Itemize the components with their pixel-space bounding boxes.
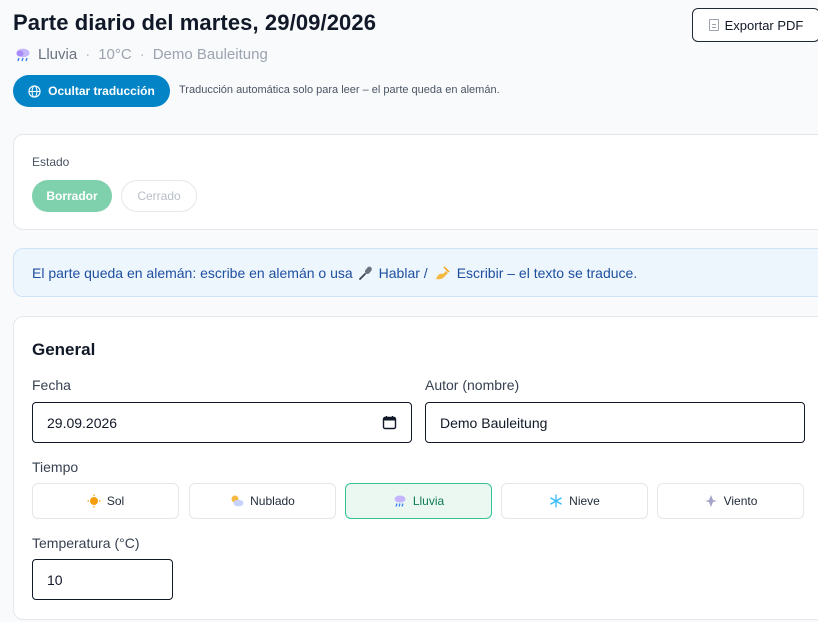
translation-note: Traducción automática solo para leer – e…	[179, 84, 500, 96]
globe-icon	[28, 84, 41, 98]
status-card: Estado Borrador Cerrado	[13, 134, 818, 230]
author-label: Autor (nombre)	[425, 377, 520, 393]
page-title: Parte diario del martes, 29/09/2026	[13, 10, 377, 35]
general-card: General Fecha 29.09.2026 Autor (nombre) …	[13, 316, 818, 620]
author-value: Demo Bauleitung	[440, 414, 548, 431]
snowflake-icon	[550, 494, 563, 508]
status-label: Estado	[32, 155, 70, 169]
weather-option-viento[interactable]: Viento	[657, 483, 804, 519]
writing-hand-icon	[435, 265, 450, 279]
weather-option-nublado[interactable]: Nublado	[189, 483, 336, 519]
weather-option-label: Lluvia	[412, 494, 445, 508]
meta-separator: ·	[85, 46, 91, 63]
banner-write: Escribir – el texto se traduce.	[456, 264, 638, 281]
date-value: 29.09.2026	[47, 414, 118, 431]
temperature-value: 10	[47, 571, 63, 588]
author-input[interactable]: Demo Bauleitung	[425, 402, 805, 443]
hide-translation-label: Ocultar traducción	[48, 84, 155, 98]
meta-separator: ·	[139, 46, 145, 63]
temperature-label: Temperatura (°C)	[32, 535, 140, 551]
wind-icon	[704, 495, 717, 507]
section-title-general: General	[32, 340, 96, 359]
sun-icon	[87, 494, 101, 508]
weather-option-sol[interactable]: Sol	[32, 483, 179, 519]
meta-weather: Lluvia	[38, 46, 78, 63]
calendar-icon[interactable]	[382, 415, 397, 430]
temperature-input[interactable]: 10	[32, 559, 173, 600]
date-label: Fecha	[32, 377, 71, 393]
status-draft-pill[interactable]: Borrador	[32, 180, 112, 212]
hide-translation-button[interactable]: Ocultar traducción	[13, 75, 170, 107]
document-icon	[708, 19, 719, 31]
date-input[interactable]: 29.09.2026	[32, 402, 412, 443]
weather-option-lluvia[interactable]: Lluvia	[345, 483, 492, 519]
weather-label: Tiempo	[32, 459, 79, 475]
export-pdf-button[interactable]: Exportar PDF	[692, 8, 818, 42]
banner-speak: Hablar /	[378, 264, 428, 281]
export-pdf-label: Exportar PDF	[724, 17, 804, 33]
meta-author: Demo Bauleitung	[152, 46, 268, 63]
banner-text: El parte queda en alemán: escribe en ale…	[32, 264, 353, 281]
partly-cloudy-icon	[231, 495, 244, 507]
language-info-banner: El parte queda en alemán: escribe en ale…	[13, 248, 818, 297]
status-closed-pill[interactable]: Cerrado	[121, 180, 197, 212]
weather-option-nieve[interactable]: Nieve	[501, 483, 648, 519]
meta-temperature: 10°C	[98, 46, 132, 63]
report-meta: Lluvia · 10°C · Demo Bauleitung	[14, 46, 268, 63]
weather-option-label: Nublado	[250, 494, 295, 508]
weather-option-label: Viento	[723, 494, 758, 508]
microphone-icon	[358, 266, 372, 280]
weather-option-label: Nieve	[569, 494, 600, 508]
rain-cloud-icon	[394, 495, 406, 507]
rain-cloud-icon	[16, 48, 30, 61]
weather-option-label: Sol	[106, 494, 125, 508]
